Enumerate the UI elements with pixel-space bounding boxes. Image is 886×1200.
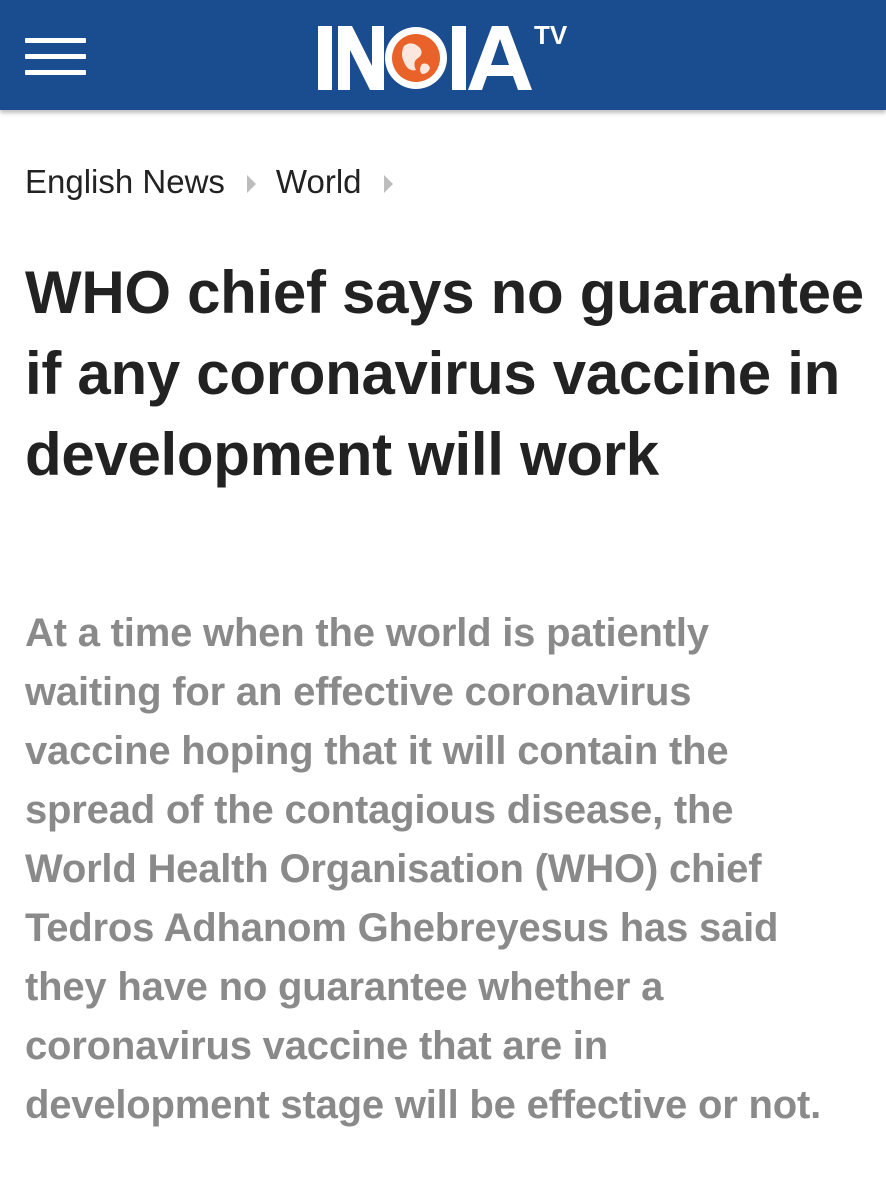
article-headline: WHO chief says no guarantee if any coron…: [25, 259, 864, 488]
hamburger-menu-icon[interactable]: [25, 38, 86, 76]
logo-letter-n: [338, 26, 384, 90]
logo-superscript: TV: [534, 20, 568, 50]
breadcrumb-item-english-news[interactable]: English News: [25, 163, 225, 201]
breadcrumb-item-world[interactable]: World: [276, 163, 362, 201]
menu-bar: [25, 70, 86, 75]
indiatv-logo[interactable]: TV: [316, 18, 576, 94]
article-summary: At a time when the world is patiently wa…: [25, 611, 822, 1127]
logo-letter-i: [318, 26, 332, 90]
menu-bar: [25, 38, 86, 43]
globe-icon: [385, 27, 447, 89]
breadcrumb: English News World: [25, 160, 413, 204]
chevron-right-icon: [246, 175, 256, 193]
logo-letter-i2: [452, 26, 466, 90]
chevron-right-icon: [383, 175, 393, 193]
site-header: TV: [0, 0, 886, 110]
menu-bar: [25, 54, 86, 59]
